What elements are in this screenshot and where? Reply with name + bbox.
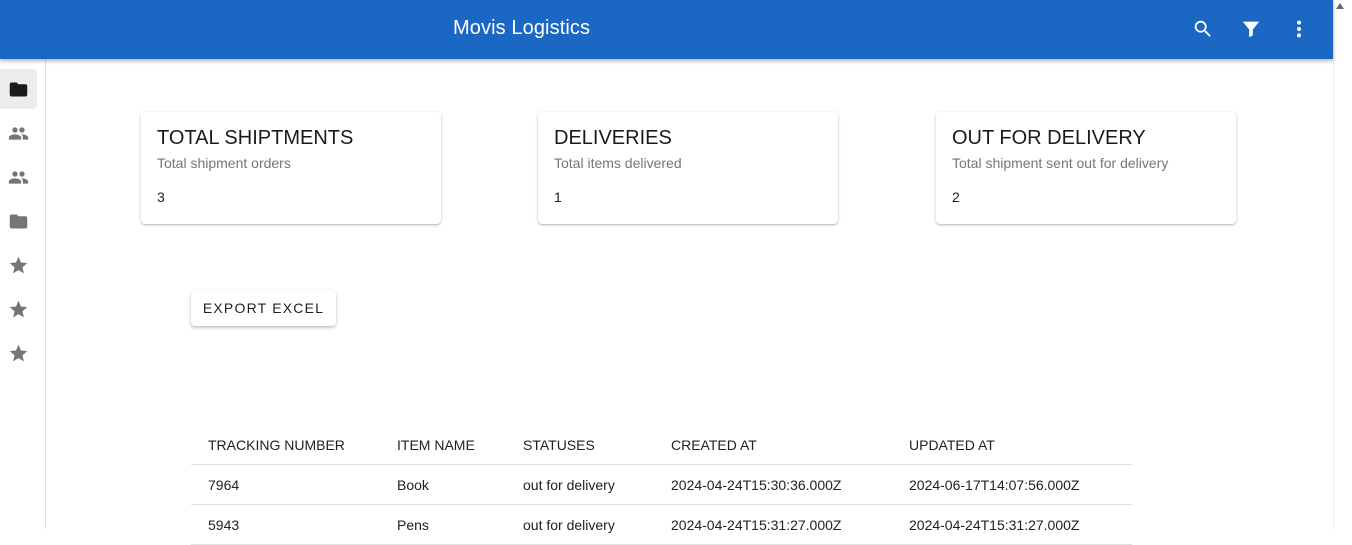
sidebar-item-star-2[interactable] bbox=[0, 289, 37, 329]
card-subtitle: Total shipment sent out for delivery bbox=[952, 155, 1169, 171]
column-header-item-name[interactable]: ITEM NAME bbox=[397, 437, 475, 453]
cell-tracking-number: 5943 bbox=[208, 517, 240, 533]
more-vert-icon bbox=[1296, 20, 1302, 38]
cell-created-at: 2024-04-24T15:30:36.000Z bbox=[671, 477, 842, 493]
card-value: 3 bbox=[157, 189, 165, 205]
people-icon bbox=[8, 126, 29, 140]
search-button[interactable] bbox=[1188, 14, 1218, 44]
card-subtitle: Total shipment orders bbox=[157, 155, 291, 171]
card-subtitle: Total items delivered bbox=[554, 155, 682, 171]
column-header-updated-at[interactable]: UPDATED AT bbox=[909, 437, 995, 453]
app-bar: Movis Logistics bbox=[0, 0, 1333, 59]
cell-updated-at: 2024-06-17T14:07:56.000Z bbox=[909, 477, 1080, 493]
cell-status: out for delivery bbox=[523, 517, 615, 533]
cell-created-at: 2024-04-24T15:31:27.000Z bbox=[671, 517, 842, 533]
cell-tracking-number: 7964 bbox=[208, 477, 240, 493]
card-total-shipments: TOTAL SHIPTMENTS Total shipment orders 3 bbox=[141, 112, 441, 224]
sidebar-item-star-3[interactable] bbox=[0, 333, 37, 373]
cell-status: out for delivery bbox=[523, 477, 615, 493]
export-excel-button[interactable]: EXPORT EXCEL bbox=[191, 290, 336, 326]
filter-button[interactable] bbox=[1236, 14, 1266, 44]
column-header-created-at[interactable]: CREATED AT bbox=[671, 437, 757, 453]
sidebar-item-people-2[interactable] bbox=[0, 157, 37, 197]
card-title: OUT FOR DELIVERY bbox=[952, 127, 1146, 149]
shipments-table: TRACKING NUMBER ITEM NAME STATUSES CREAT… bbox=[191, 425, 1132, 545]
search-icon bbox=[1194, 20, 1211, 37]
card-value: 2 bbox=[952, 189, 960, 205]
folder-icon bbox=[9, 214, 28, 228]
app-title: Movis Logistics bbox=[453, 17, 591, 39]
scrollbar[interactable] bbox=[1333, 0, 1352, 529]
card-deliveries: DELIVERIES Total items delivered 1 bbox=[538, 112, 838, 224]
sidebar-item-people-1[interactable] bbox=[0, 113, 37, 153]
column-header-tracking-number[interactable]: TRACKING NUMBER bbox=[208, 437, 345, 453]
star-icon bbox=[9, 256, 28, 273]
sidebar-item-folder[interactable] bbox=[0, 201, 37, 241]
card-title: TOTAL SHIPTMENTS bbox=[157, 127, 354, 149]
filter-icon bbox=[1242, 21, 1260, 38]
table-row[interactable]: 5943 Pens out for delivery 2024-04-24T15… bbox=[191, 505, 1132, 545]
cell-item-name: Pens bbox=[397, 517, 429, 533]
column-header-statuses[interactable]: STATUSES bbox=[523, 437, 595, 453]
folder-icon bbox=[9, 82, 28, 96]
cell-item-name: Book bbox=[397, 477, 429, 493]
card-value: 1 bbox=[554, 189, 562, 205]
table-row[interactable]: 7964 Book out for delivery 2024-04-24T15… bbox=[191, 465, 1132, 505]
scroll-up-arrow-icon[interactable] bbox=[1336, 3, 1344, 9]
cell-updated-at: 2024-04-24T15:31:27.000Z bbox=[909, 517, 1080, 533]
star-icon bbox=[9, 344, 28, 361]
people-icon bbox=[8, 170, 29, 184]
card-out-for-delivery: OUT FOR DELIVERY Total shipment sent out… bbox=[936, 112, 1236, 224]
sidebar bbox=[0, 59, 46, 529]
sidebar-item-star-1[interactable] bbox=[0, 245, 37, 285]
star-icon bbox=[9, 300, 28, 317]
more-options-button[interactable] bbox=[1284, 14, 1314, 44]
card-title: DELIVERIES bbox=[554, 127, 672, 149]
sidebar-item-folder-active[interactable] bbox=[0, 69, 37, 109]
table-header-row: TRACKING NUMBER ITEM NAME STATUSES CREAT… bbox=[191, 425, 1132, 465]
